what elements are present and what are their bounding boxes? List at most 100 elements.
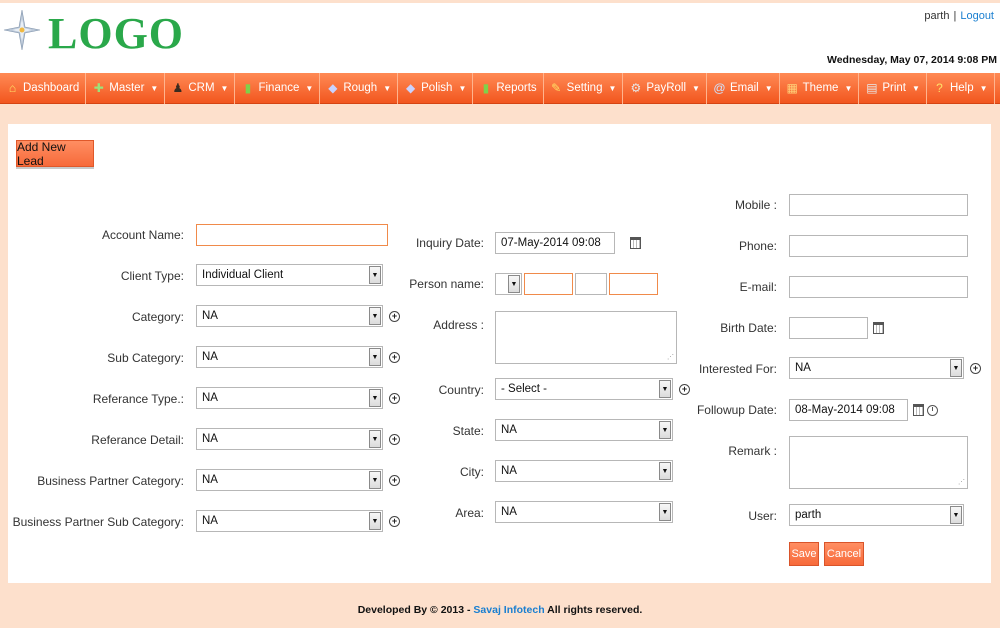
diamond-icon: ◆ [328,80,338,95]
menu-item-dashboard[interactable]: ⌂ Dashboard [0,72,87,104]
bp-sub-category-select[interactable]: NA ▼ [196,510,383,532]
address-textarea[interactable]: ⋰ [495,311,677,364]
referance-type-value: NA [202,392,218,404]
account-name-input[interactable] [196,224,388,246]
add-bp-sub-category-icon[interactable]: + [389,516,400,527]
chevron-down-icon[interactable]: ▼ [369,348,381,366]
save-button[interactable]: Save [789,542,819,566]
add-new-lead-button[interactable]: Add New Lead [16,140,94,168]
chevron-down-icon[interactable]: ▼ [508,275,520,293]
resize-grip-icon[interactable]: ⋰ [958,478,965,486]
add-category-icon[interactable]: + [389,311,400,322]
calendar-icon[interactable] [873,322,884,334]
bp-category-select[interactable]: NA ▼ [196,469,383,491]
menu-item-print[interactable]: ▤ Print ▼ [859,72,927,104]
chevron-down-icon[interactable]: ▼ [369,266,381,284]
followup-date-input[interactable]: 08-May-2014 09:08 [789,399,908,421]
referance-detail-select[interactable]: NA ▼ [196,428,383,450]
chevron-down-icon[interactable]: ▼ [659,421,671,439]
company-link[interactable]: Savaj Infotech [473,604,544,616]
logo[interactable]: LOGO [48,8,184,59]
menu-item-theme[interactable]: ▦ Theme ▼ [780,72,860,104]
remark-textarea[interactable]: ⋰ [789,436,968,489]
menu-item-payroll[interactable]: ⚙ PayRoll ▼ [623,72,707,104]
menu-item-label: Master [109,82,145,94]
printer-icon: ▤ [866,80,878,95]
menu-item-help[interactable]: ? Help ▼ [927,72,995,104]
caret-down-icon: ▼ [979,83,988,93]
add-interested-for-icon[interactable]: + [970,363,981,374]
add-bp-category-icon[interactable]: + [389,475,400,486]
menu-item-reports[interactable]: ▮ Reports [473,72,544,104]
email-input[interactable] [789,276,968,298]
chevron-down-icon[interactable]: ▼ [369,512,381,530]
category-select[interactable]: NA ▼ [196,305,383,327]
bp-category-label: Business Partner Category: [37,474,184,488]
menu-item-label: Help [949,82,974,94]
category-label: Category: [131,310,184,324]
mobile-input[interactable] [789,194,968,216]
last-name-input[interactable] [609,273,658,295]
page-footer: Developed By © 2013 - Savaj Infotech All… [0,604,1000,616]
menu-item-email[interactable]: @ Email ▼ [707,72,780,104]
sub-category-select[interactable]: NA ▼ [196,346,383,368]
city-label: City: [460,465,484,479]
logout-link[interactable]: Logout [960,10,994,22]
person-title-select[interactable]: ▼ [495,273,522,295]
phone-input[interactable] [789,235,968,257]
country-label: Country: [438,383,484,397]
chevron-down-icon[interactable]: ▼ [659,503,671,521]
resize-grip-icon[interactable]: ⋰ [667,353,674,361]
chevron-down-icon[interactable]: ▼ [950,359,962,377]
menu-item-finance[interactable]: ▮ Finance ▼ [235,72,321,104]
calendar-icon[interactable] [630,237,641,249]
add-country-icon[interactable]: + [679,384,690,395]
area-value: NA [501,506,517,518]
clock-icon[interactable] [927,405,938,416]
client-type-select[interactable]: Individual Client ▼ [196,264,383,286]
referance-detail-value: NA [202,433,218,445]
menu-item-setting[interactable]: ✎ Setting ▼ [544,72,624,104]
country-select[interactable]: - Select - ▼ [495,378,673,400]
cancel-button[interactable]: Cancel [824,542,864,566]
state-label: State: [452,424,484,438]
referance-type-select[interactable]: NA ▼ [196,387,383,409]
chevron-down-icon[interactable]: ▼ [369,307,381,325]
calendar-icon[interactable] [913,404,924,416]
interested-for-select[interactable]: NA ▼ [789,357,964,379]
add-referance-detail-icon[interactable]: + [389,434,400,445]
caret-down-icon: ▼ [608,83,617,93]
chevron-down-icon[interactable]: ▼ [369,389,381,407]
area-select[interactable]: NA ▼ [495,501,673,523]
menu-item-master[interactable]: ✚ Master ▼ [86,72,166,104]
compass-star-icon [3,9,41,51]
lead-form-panel: Add New Lead Account Name: Client Type: … [8,124,991,583]
header-top-strip [0,0,1000,3]
chevron-down-icon[interactable]: ▼ [369,471,381,489]
first-name-input[interactable] [524,273,573,295]
caret-down-icon: ▼ [305,83,314,93]
user-value: parth [795,509,822,521]
chevron-down-icon[interactable]: ▼ [369,430,381,448]
chevron-down-icon[interactable]: ▼ [659,462,671,480]
menu-item-label: Theme [802,82,839,94]
menu-item-polish[interactable]: ◆ Polish ▼ [398,72,474,104]
add-referance-type-icon[interactable]: + [389,393,400,404]
city-select[interactable]: NA ▼ [495,460,673,482]
add-sub-category-icon[interactable]: + [389,352,400,363]
birth-date-input[interactable] [789,317,868,339]
chevron-down-icon[interactable]: ▼ [659,380,671,398]
menu-item-crm[interactable]: ♟ CRM ▼ [165,72,236,104]
current-datetime: Wednesday, May 07, 2014 9:08 PM [826,54,997,66]
middle-name-input[interactable] [575,273,607,295]
palette-icon: ▦ [786,80,798,95]
username: parth [924,10,950,22]
client-type-value: Individual Client [202,269,284,281]
chevron-down-icon[interactable]: ▼ [950,506,962,524]
inquiry-date-input[interactable]: 07-May-2014 09:08 [495,232,615,254]
caret-down-icon: ▼ [458,83,467,93]
state-select[interactable]: NA ▼ [495,419,673,441]
bar-chart-icon: ▮ [482,80,490,95]
menu-item-rough[interactable]: ◆ Rough ▼ [320,72,399,104]
user-select[interactable]: parth ▼ [789,504,964,526]
